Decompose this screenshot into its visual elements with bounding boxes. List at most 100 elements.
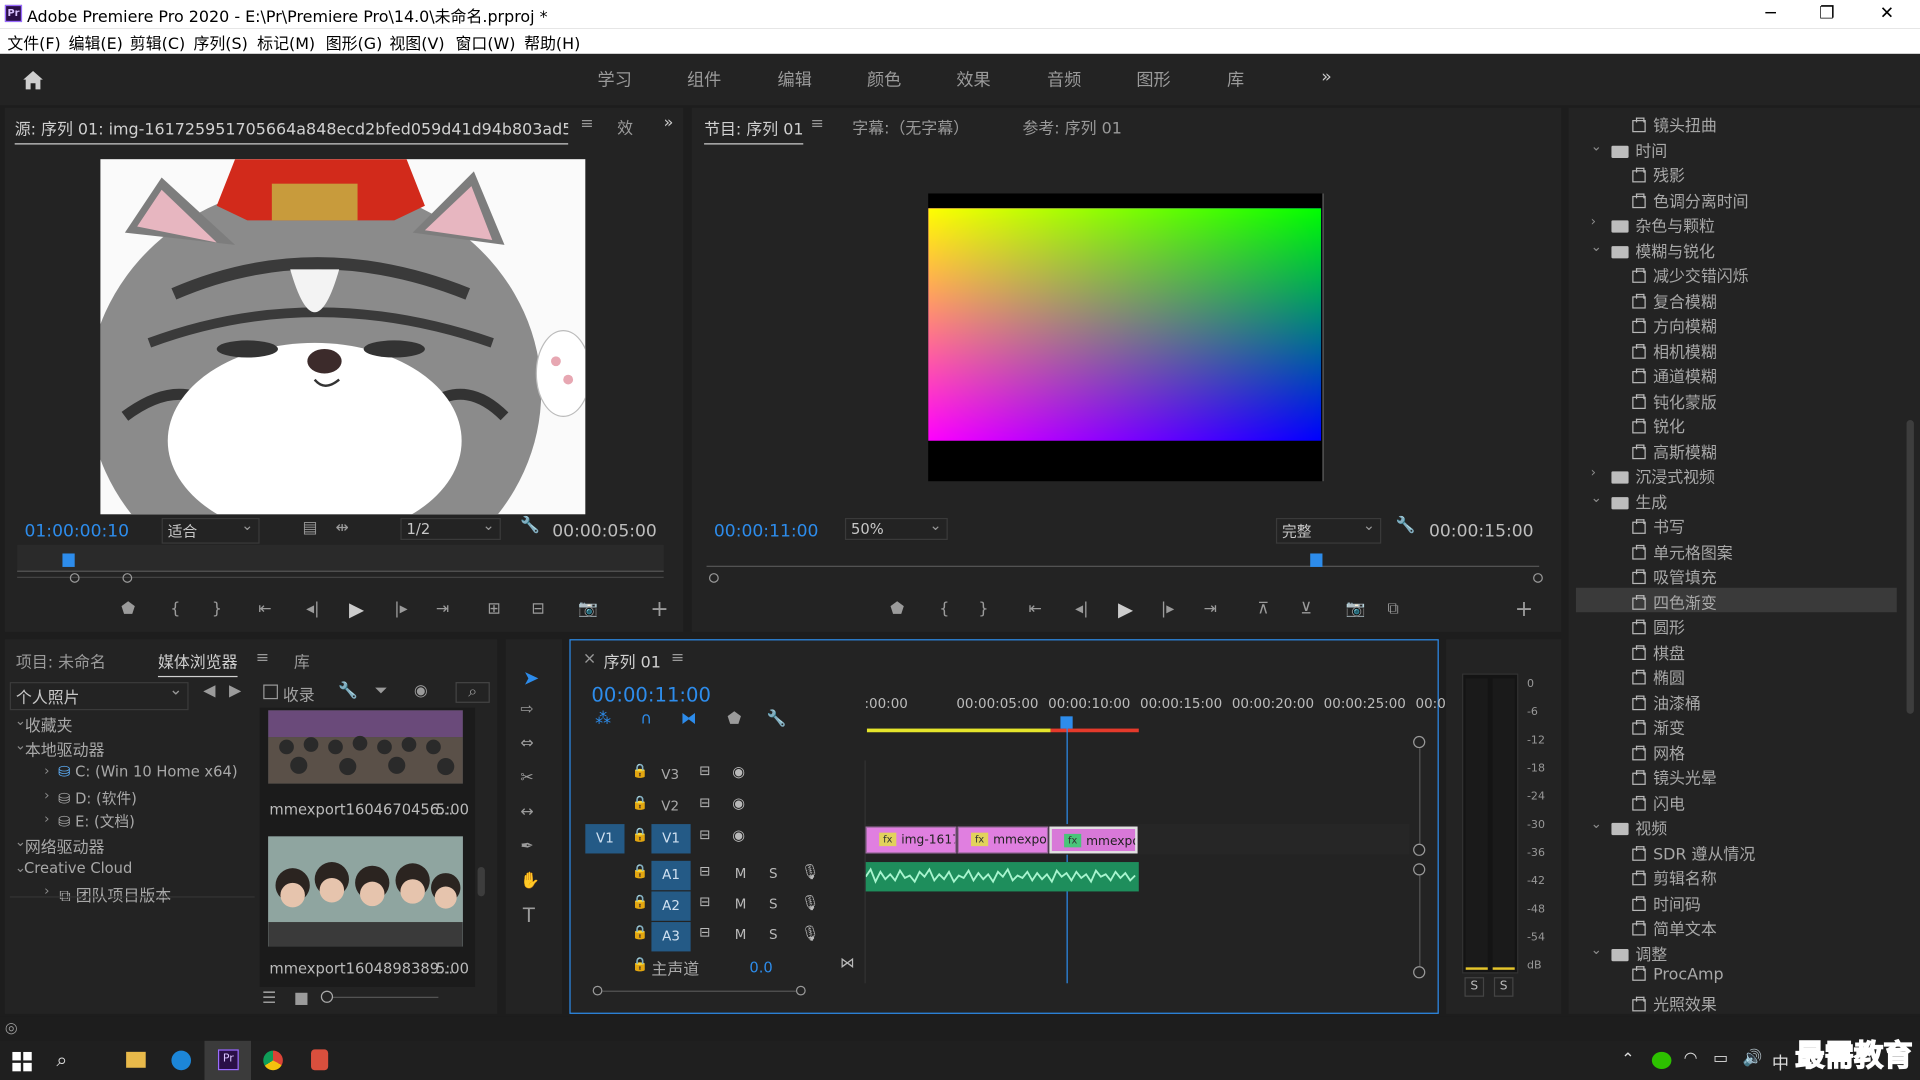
workspace-effects[interactable]: 效果: [956, 67, 990, 91]
effect-item[interactable]: 通道模糊: [1632, 364, 1717, 387]
maximize-button[interactable]: ❐: [1799, 0, 1855, 28]
workspace-graphics[interactable]: 图形: [1136, 67, 1170, 91]
mark-in-icon[interactable]: {: [939, 600, 949, 618]
play-icon[interactable]: ▶: [349, 598, 364, 621]
list-view-icon[interactable]: ☰: [262, 989, 276, 1007]
workspace-libraries[interactable]: 库: [1227, 67, 1244, 91]
media-browser-tab[interactable]: 媒体浏览器: [157, 649, 238, 678]
a3-solo[interactable]: S: [769, 927, 778, 943]
snap-icon[interactable]: ∩: [640, 710, 652, 728]
windows-start-icon[interactable]: [12, 1051, 32, 1072]
tree-network-drives[interactable]: ⌄ 网络驱动器: [15, 834, 105, 857]
effect-item[interactable]: 吸管填充: [1632, 564, 1717, 588]
ime-indicator[interactable]: 中: [1772, 1051, 1789, 1075]
program-menu-icon[interactable]: ≡: [811, 115, 824, 133]
step-forward-icon[interactable]: |▸: [394, 600, 407, 618]
audio-clip-a1[interactable]: [865, 862, 1139, 892]
chevron-down-icon[interactable]: ⌄: [1591, 489, 1602, 505]
selection-tool-icon[interactable]: ➤: [523, 666, 539, 689]
effect-item[interactable]: 镜头光晕: [1632, 765, 1717, 789]
media-browser-menu-icon[interactable]: ≡: [256, 649, 269, 667]
workspace-editing[interactable]: 编辑: [778, 67, 812, 91]
source-tab[interactable]: 源: 序列 01: img-161725951705664a848ecd2bfe…: [14, 116, 569, 145]
comparison-view-icon[interactable]: ⧉: [1387, 600, 1398, 618]
effect-item[interactable]: 锐化: [1632, 414, 1685, 437]
media-thumbnail-2[interactable]: [268, 836, 463, 947]
chevron-right-icon[interactable]: ›: [1591, 464, 1596, 480]
export-frame-icon[interactable]: 📷: [578, 600, 598, 618]
time-ruler[interactable]: :00:00 00:00:05:00 00:00:10:00 00:00:15:00 0…: [864, 694, 1445, 731]
sequence-menu-icon[interactable]: ≡: [671, 649, 684, 667]
go-to-out-icon[interactable]: ⇥: [436, 600, 449, 618]
program-tab[interactable]: 节目: 序列 01: [704, 116, 804, 145]
search-icon[interactable]: ⌕: [455, 682, 490, 703]
effect-item[interactable]: 色调分离时间: [1632, 188, 1749, 211]
effect-item[interactable]: 镜头扭曲: [1632, 113, 1717, 136]
mark-out-icon[interactable]: }: [212, 600, 222, 618]
wechat-icon[interactable]: [1651, 1051, 1672, 1069]
linked-selection-icon[interactable]: ⧓: [681, 710, 697, 728]
master-volume-value[interactable]: 0.0: [749, 959, 772, 976]
go-to-in-icon[interactable]: ⇤: [258, 600, 271, 618]
a3-label[interactable]: A3: [651, 922, 691, 952]
a3-sync-icon[interactable]: ⊟: [699, 924, 710, 940]
meter-solo-left[interactable]: S: [1464, 977, 1485, 997]
export-frame-icon[interactable]: 📷: [1346, 600, 1366, 618]
media-thumbnail-1[interactable]: [268, 710, 463, 784]
edge-browser-icon[interactable]: [171, 1050, 192, 1071]
close-button[interactable]: ✕: [1859, 0, 1915, 28]
program-playhead-timecode[interactable]: 00:00:11:00: [714, 522, 819, 542]
wrench-icon[interactable]: 🔧: [338, 682, 358, 700]
wrench-icon[interactable]: 🔧: [1396, 517, 1416, 535]
source-patch-v1[interactable]: V1: [585, 824, 625, 854]
button-editor-icon[interactable]: +: [650, 596, 668, 622]
program-zoom-dropdown[interactable]: 50%: [844, 517, 948, 541]
a1-mute[interactable]: M: [735, 866, 747, 882]
clip-v1-1[interactable]: fx img-1617: [865, 826, 957, 854]
effects-folder[interactable]: › 杂色与颗粒: [1591, 213, 1715, 236]
timeline-playhead[interactable]: [1060, 716, 1073, 729]
tree-drive-d[interactable]: › ⛁ D: (软件): [44, 787, 137, 808]
source-time-ruler[interactable]: [17, 544, 664, 572]
mark-out-icon[interactable]: }: [978, 600, 988, 618]
workspace-audio[interactable]: 音频: [1047, 67, 1081, 91]
tree-drive-e[interactable]: › ⛁ E: (文档): [44, 811, 135, 832]
source-resolution-dropdown[interactable]: 1/2: [400, 517, 501, 541]
close-sequence-icon[interactable]: ×: [583, 650, 596, 668]
v3-sync-icon[interactable]: ⊟: [699, 763, 710, 779]
add-marker-icon[interactable]: ⬟: [727, 710, 741, 728]
tree-local-drives[interactable]: ⌄ 本地驱动器: [15, 737, 105, 760]
effect-item[interactable]: SDR 遵从情况: [1632, 841, 1755, 864]
mark-in-icon[interactable]: {: [170, 600, 180, 618]
captions-tab[interactable]: 字幕:（无字幕）: [852, 115, 969, 138]
a2-sync-icon[interactable]: ⊟: [699, 894, 710, 910]
premiere-taskbar-icon[interactable]: Pr: [217, 1049, 239, 1071]
icon-view-icon[interactable]: ■: [294, 989, 309, 1007]
v1-eye-icon[interactable]: ◉: [732, 827, 745, 844]
a1-solo[interactable]: S: [769, 866, 778, 882]
effects-folder[interactable]: › 沉浸式视频: [1591, 464, 1715, 487]
a3-mic-icon[interactable]: 🎙: [801, 924, 820, 941]
status-indicator-icon[interactable]: ◎: [5, 1019, 18, 1036]
menu-help[interactable]: 帮助(H): [524, 31, 580, 54]
v1-lock-icon[interactable]: 🔒: [632, 827, 649, 843]
effect-item[interactable]: 圆形: [1632, 615, 1685, 638]
menu-view[interactable]: 视图(V): [389, 31, 444, 54]
libraries-tab[interactable]: 库: [294, 649, 310, 672]
chevron-right-icon[interactable]: ›: [1591, 213, 1596, 229]
safe-margins-icon[interactable]: ▤: [302, 519, 317, 537]
play-icon[interactable]: ▶: [1118, 598, 1133, 621]
effect-item[interactable]: 高斯模糊: [1632, 439, 1717, 462]
a2-mute[interactable]: M: [735, 896, 747, 912]
v3-lock-icon[interactable]: 🔒: [632, 763, 649, 779]
v2-sync-icon[interactable]: ⊟: [699, 795, 710, 811]
search-icon[interactable]: ⌕: [56, 1048, 67, 1072]
workspace-color[interactable]: 颜色: [867, 67, 901, 91]
chrome-icon[interactable]: [263, 1050, 283, 1071]
a1-lock-icon[interactable]: 🔒: [632, 863, 649, 879]
show-hidden-icons-icon[interactable]: ⌃: [1621, 1051, 1634, 1069]
effects-folder[interactable]: ⌄ 生成: [1591, 489, 1668, 512]
chevron-down-icon[interactable]: ⌄: [1591, 238, 1602, 254]
go-to-in-icon[interactable]: ⇤: [1029, 600, 1042, 618]
a2-solo[interactable]: S: [769, 896, 778, 912]
